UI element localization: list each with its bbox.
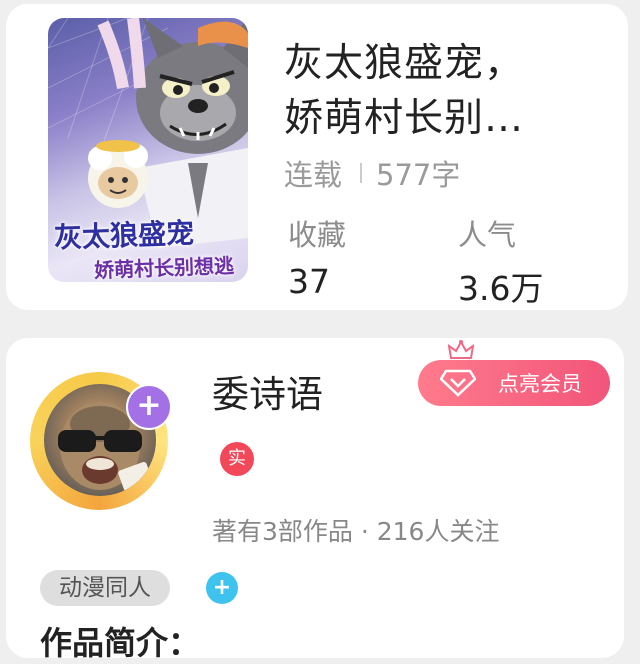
verified-badge: 实 (220, 442, 254, 476)
meta-divider (360, 163, 363, 183)
favorites-label: 收藏 (288, 218, 347, 252)
intro-heading: 作品简介： (40, 624, 201, 662)
book-meta: 连载 577字 (284, 152, 460, 194)
vip-button-label: 点亮会员 (498, 372, 582, 396)
book-cover[interactable]: 灰太狼盛宠 娇萌村长别想逃 (48, 18, 248, 282)
crown-icon (448, 340, 474, 359)
avatar-add-button[interactable]: + (126, 384, 172, 430)
author-name[interactable]: 委诗语 (212, 364, 323, 418)
word-count: 577字 (376, 158, 461, 192)
cover-subtitle-text: 娇萌村长别想逃 (93, 253, 235, 282)
book-title[interactable]: 灰太狼盛宠， 娇萌村长别… (284, 36, 614, 146)
serial-status: 连载 (284, 158, 343, 192)
popularity-value: 3.6万 (458, 269, 544, 308)
book-title-line-1: 灰太狼盛宠， (284, 41, 525, 86)
genre-tag[interactable]: 动漫同人 (40, 570, 170, 606)
author-works-stats: 著有3部作品 · 216人关注 (212, 517, 500, 546)
diamond-icon (440, 369, 476, 397)
favorites-value: 37 (288, 262, 330, 301)
cover-title-text: 灰太狼盛宠 (53, 216, 195, 255)
popularity-label: 人气 (458, 218, 517, 252)
add-tag-button[interactable]: + (206, 572, 238, 604)
book-title-line-2: 娇萌村长别… (284, 96, 525, 141)
